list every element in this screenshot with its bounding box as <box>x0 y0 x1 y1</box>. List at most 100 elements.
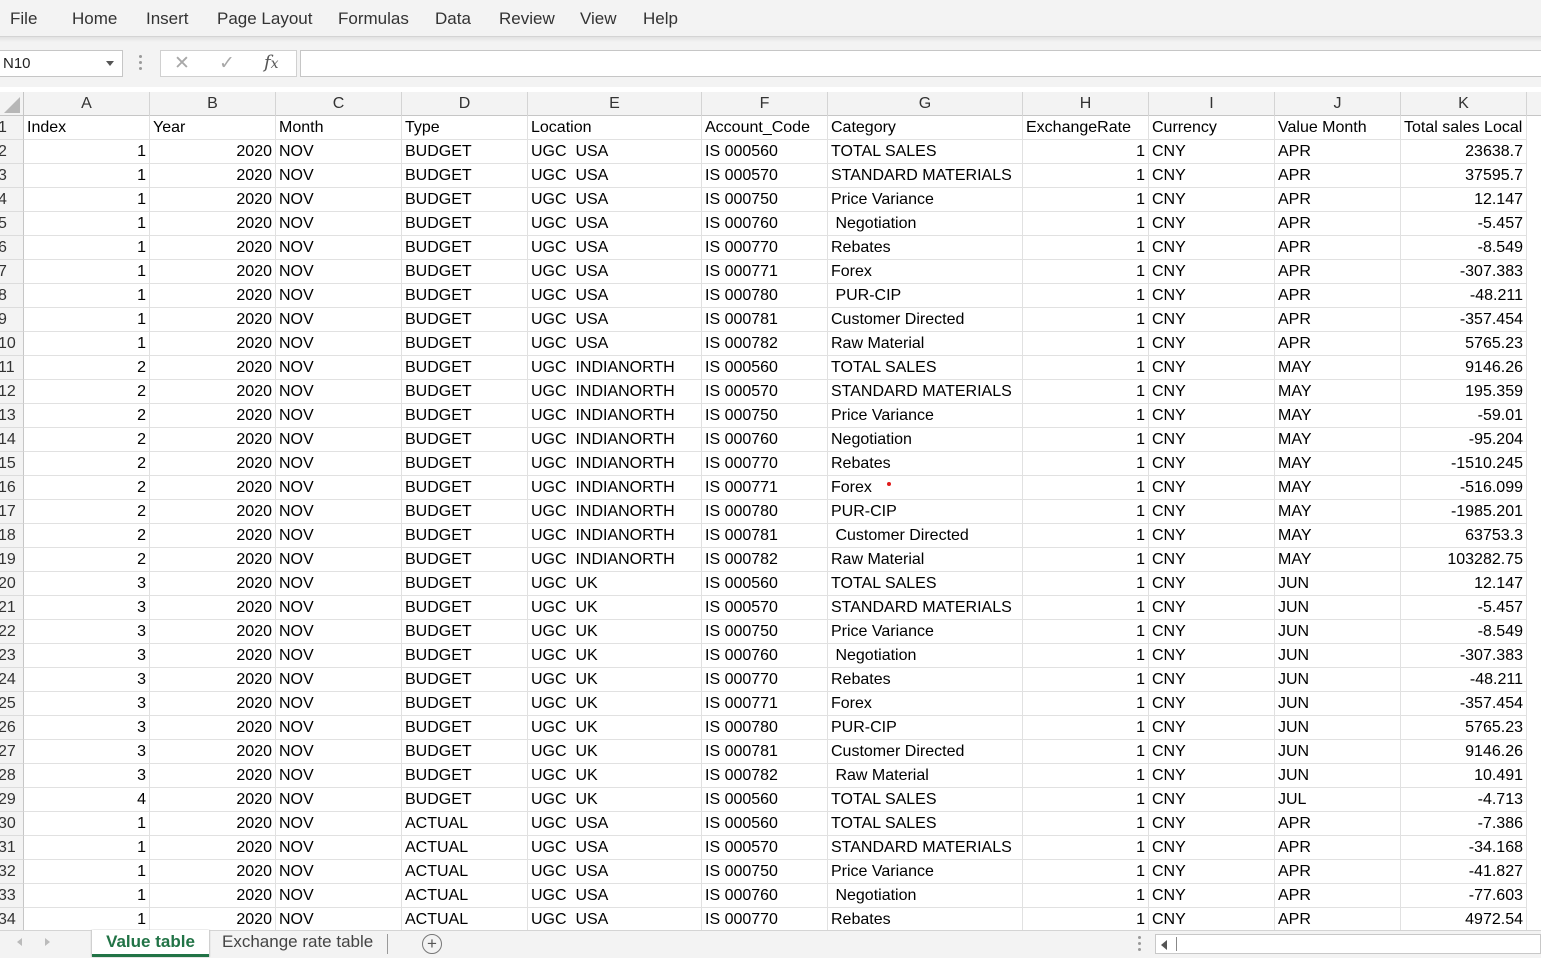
table-cell[interactable]: IS 000750 <box>702 188 828 212</box>
table-cell[interactable]: 1 <box>1023 884 1149 908</box>
table-cell[interactable]: NOV <box>276 668 402 692</box>
table-cell[interactable]: 9146.26 <box>1401 740 1527 764</box>
table-cell[interactable]: 2020 <box>150 476 276 500</box>
table-cell[interactable]: 1 <box>24 308 150 332</box>
table-cell[interactable]: 2020 <box>150 428 276 452</box>
row-header[interactable]: 4 <box>0 188 24 212</box>
formula-input[interactable] <box>300 50 1541 77</box>
table-cell[interactable]: -357.454 <box>1401 692 1527 716</box>
row-header[interactable]: 32 <box>0 860 24 884</box>
table-cell[interactable]: CNY <box>1149 740 1275 764</box>
row-header[interactable]: 19 <box>0 548 24 572</box>
table-cell[interactable]: IS 000770 <box>702 908 828 930</box>
table-cell[interactable]: BUDGET <box>402 572 528 596</box>
row-header[interactable]: 8 <box>0 284 24 308</box>
table-cell[interactable]: NOV <box>276 908 402 930</box>
table-cell[interactable]: NOV <box>276 740 402 764</box>
table-cell[interactable]: CNY <box>1149 380 1275 404</box>
table-cell[interactable]: IS 000570 <box>702 836 828 860</box>
table-cell[interactable]: BUDGET <box>402 164 528 188</box>
table-cell[interactable]: NOV <box>276 476 402 500</box>
table-cell[interactable]: CNY <box>1149 812 1275 836</box>
table-cell[interactable]: Negotiation <box>828 884 1023 908</box>
table-cell[interactable]: JUN <box>1275 596 1401 620</box>
table-cell[interactable]: NOV <box>276 380 402 404</box>
table-cell[interactable]: MAY <box>1275 476 1401 500</box>
row-header[interactable]: 1 <box>0 116 24 140</box>
table-cell[interactable]: 1 <box>24 236 150 260</box>
table-cell[interactable]: 1 <box>1023 380 1149 404</box>
table-cell[interactable]: CNY <box>1149 668 1275 692</box>
table-cell[interactable]: 1 <box>1023 260 1149 284</box>
table-cell[interactable]: UGC USA <box>528 308 702 332</box>
table-cell[interactable]: CNY <box>1149 140 1275 164</box>
table-cell[interactable]: MAY <box>1275 548 1401 572</box>
row-header[interactable]: 29 <box>0 788 24 812</box>
table-cell[interactable]: UGC UK <box>528 644 702 668</box>
table-cell[interactable]: IS 000760 <box>702 428 828 452</box>
table-cell[interactable]: 1 <box>1023 668 1149 692</box>
table-cell[interactable]: NOV <box>276 836 402 860</box>
table-cell[interactable]: STANDARD MATERIALS <box>828 164 1023 188</box>
table-cell[interactable]: NOV <box>276 716 402 740</box>
table-cell[interactable]: IS 000560 <box>702 572 828 596</box>
table-cell[interactable]: 2020 <box>150 692 276 716</box>
table-cell[interactable]: 2020 <box>150 524 276 548</box>
table-cell[interactable]: 2 <box>24 404 150 428</box>
table-cell[interactable]: UGC INDIANORTH <box>528 356 702 380</box>
table-cell[interactable]: 2020 <box>150 332 276 356</box>
table-cell[interactable]: NOV <box>276 452 402 476</box>
table-cell[interactable]: ACTUAL <box>402 884 528 908</box>
table-cell[interactable]: 1 <box>1023 212 1149 236</box>
table-cell[interactable]: NOV <box>276 428 402 452</box>
table-cell[interactable]: 2 <box>24 500 150 524</box>
table-cell[interactable]: 1 <box>1023 620 1149 644</box>
table-cell[interactable]: MAY <box>1275 380 1401 404</box>
column-title-cell[interactable]: Value Month <box>1275 116 1401 140</box>
sheet-tab-exchange-rate-table[interactable]: Exchange rate table <box>222 931 373 953</box>
table-cell[interactable]: 2 <box>24 524 150 548</box>
table-cell[interactable]: IS 000781 <box>702 308 828 332</box>
table-cell[interactable]: IS 000560 <box>702 140 828 164</box>
table-cell[interactable]: JUN <box>1275 764 1401 788</box>
table-cell[interactable]: NOV <box>276 188 402 212</box>
table-cell[interactable]: IS 000771 <box>702 692 828 716</box>
table-cell[interactable]: IS 000771 <box>702 260 828 284</box>
table-cell[interactable]: CNY <box>1149 500 1275 524</box>
table-cell[interactable]: IS 000782 <box>702 548 828 572</box>
table-cell[interactable]: APR <box>1275 884 1401 908</box>
table-cell[interactable]: CNY <box>1149 548 1275 572</box>
table-cell[interactable]: CNY <box>1149 596 1275 620</box>
column-header-g[interactable]: G <box>828 92 1023 116</box>
row-header[interactable]: 25 <box>0 692 24 716</box>
table-cell[interactable]: IS 000570 <box>702 164 828 188</box>
table-cell[interactable]: CNY <box>1149 308 1275 332</box>
table-cell[interactable]: CNY <box>1149 884 1275 908</box>
table-cell[interactable]: 1 <box>1023 452 1149 476</box>
table-cell[interactable]: Forex <box>828 476 1023 500</box>
table-cell[interactable]: 2020 <box>150 764 276 788</box>
table-cell[interactable]: ACTUAL <box>402 860 528 884</box>
row-header[interactable]: 17 <box>0 500 24 524</box>
table-cell[interactable]: NOV <box>276 140 402 164</box>
column-header-i[interactable]: I <box>1149 92 1275 116</box>
table-cell[interactable]: NOV <box>276 788 402 812</box>
table-cell[interactable]: CNY <box>1149 788 1275 812</box>
table-cell[interactable]: 10.491 <box>1401 764 1527 788</box>
table-cell[interactable]: 3 <box>24 596 150 620</box>
table-cell[interactable]: IS 000780 <box>702 284 828 308</box>
table-cell[interactable]: 3 <box>24 764 150 788</box>
row-header[interactable]: 31 <box>0 836 24 860</box>
table-cell[interactable]: CNY <box>1149 404 1275 428</box>
table-cell[interactable]: 1 <box>1023 404 1149 428</box>
table-cell[interactable]: IS 000560 <box>702 812 828 836</box>
table-cell[interactable]: CNY <box>1149 836 1275 860</box>
table-cell[interactable]: 1 <box>1023 476 1149 500</box>
row-header[interactable]: 20 <box>0 572 24 596</box>
table-cell[interactable]: 2020 <box>150 284 276 308</box>
table-cell[interactable]: 1 <box>1023 788 1149 812</box>
table-cell[interactable]: 2020 <box>150 836 276 860</box>
table-cell[interactable]: NOV <box>276 596 402 620</box>
table-cell[interactable]: MAY <box>1275 524 1401 548</box>
table-cell[interactable]: IS 000781 <box>702 524 828 548</box>
